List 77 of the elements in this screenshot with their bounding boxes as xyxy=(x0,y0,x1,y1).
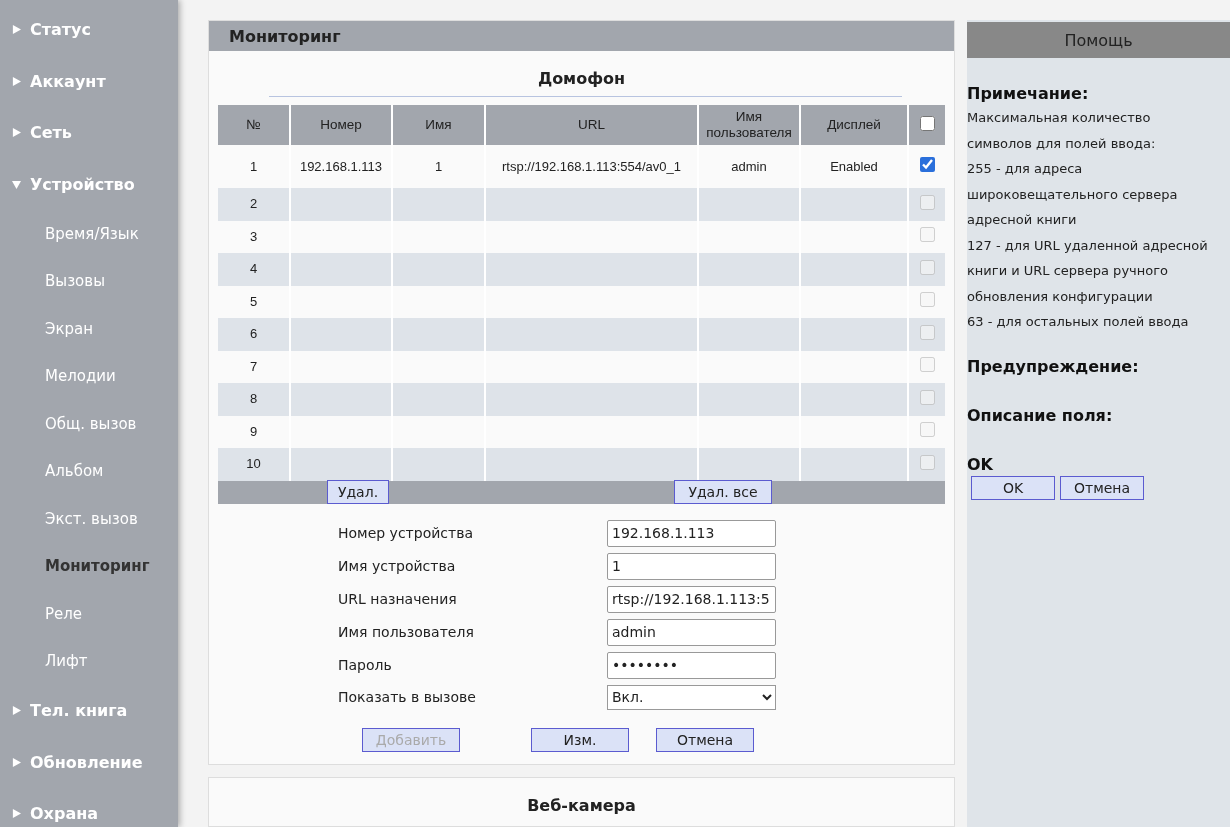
table-cell: rtsp://192.168.1.113:554/av0_1 xyxy=(485,145,698,188)
table-cell: 4 xyxy=(218,253,290,286)
field-label: Показать в вызове xyxy=(338,689,477,705)
delete-button[interactable]: Удал. xyxy=(327,480,389,504)
collapsed-triangle-icon xyxy=(12,809,21,819)
table-cell: 8 xyxy=(218,383,290,416)
password-field[interactable]: •••••••• xyxy=(607,651,776,679)
column-header: Имя xyxy=(392,105,485,145)
table-cell: 1 xyxy=(218,145,290,188)
table-cell: 10 xyxy=(218,448,290,481)
field-label: Пароль xyxy=(338,657,393,673)
table-cell: admin xyxy=(698,145,800,188)
help-title: Помощь xyxy=(967,22,1230,58)
table-cell: 1 xyxy=(392,145,485,188)
table-cell: Enabled xyxy=(800,145,908,188)
help-text: Максимальная количество символов для полей ввода: xyxy=(967,109,1157,153)
table-cell: 5 xyxy=(218,285,290,318)
table-cell: 2 xyxy=(218,188,290,221)
sidebar-item[interactable]: Аккаунт xyxy=(0,55,178,107)
sidebar-subitem[interactable]: Время/Язык xyxy=(0,210,178,258)
table-cell: 7 xyxy=(218,350,290,383)
help-button[interactable]: Отмена xyxy=(1060,475,1144,500)
sidebar-item[interactable]: Охрана xyxy=(0,788,178,827)
section-title: Веб-камера xyxy=(526,794,637,817)
sidebar-subitem[interactable]: Вызовы xyxy=(0,257,178,305)
sidebar-item[interactable]: Обновление xyxy=(0,736,178,788)
field-label: Имя пользователя xyxy=(338,624,475,640)
help-text: 255 - для адреса широковещательного сервера адресной книги xyxy=(967,160,1179,229)
field-label: URL назначения xyxy=(338,591,458,607)
help-text: 63 - для остальных полей ввода xyxy=(967,313,1190,331)
select-field[interactable]: Вкл. xyxy=(607,684,776,710)
sidebar-item[interactable]: Тел. книга xyxy=(0,685,178,737)
help-heading: Предупреждение: xyxy=(967,356,1140,376)
sidebar-subitem[interactable]: Лифт xyxy=(0,637,178,685)
input-field[interactable]: admin xyxy=(607,618,776,646)
section-title: Домофон xyxy=(536,68,627,90)
sidebar-item[interactable]: Устройство xyxy=(0,158,178,210)
sidebar-subitem[interactable]: Экран xyxy=(0,305,178,353)
help-heading: Примечание: xyxy=(967,84,1090,103)
sidebar-subitem[interactable]: Реле xyxy=(0,590,178,638)
collapsed-triangle-icon xyxy=(12,706,21,716)
column-header: Имя пользователя xyxy=(698,105,800,145)
help-heading: OK xyxy=(967,454,994,474)
collapsed-triangle-icon xyxy=(12,76,21,86)
field-label: Имя устройства xyxy=(338,558,457,574)
delete-all-button[interactable]: Удал. все xyxy=(674,480,772,504)
select-all-checkbox[interactable] xyxy=(919,115,935,131)
help-button[interactable]: OK xyxy=(971,475,1055,500)
collapsed-triangle-icon xyxy=(12,757,21,767)
sidebar-subitem[interactable]: Альбом xyxy=(0,447,178,495)
expanded-triangle-icon xyxy=(12,179,21,189)
table-cell: 6 xyxy=(218,318,290,351)
input-field[interactable]: 192.168.1.113 xyxy=(607,519,776,547)
table-cell: 192.168.1.113 xyxy=(290,145,392,188)
field-label: Номер устройства xyxy=(338,525,474,541)
input-field[interactable]: 1 xyxy=(607,552,776,580)
panel-title: Мониторинг xyxy=(209,21,954,51)
input-field[interactable]: rtsp://192.168.1.113:5 xyxy=(607,585,776,613)
table-cell: 3 xyxy=(218,220,290,253)
table-cell: 9 xyxy=(218,415,290,448)
row-checkbox[interactable] xyxy=(919,157,935,173)
sidebar-subitem[interactable]: Мониторинг xyxy=(0,542,178,590)
help-text: 127 - для URL удаленной адресной книги и URL сервера ручного обновления конфигурации xyxy=(967,236,1209,306)
sidebar-subitem[interactable]: Экст. вызов xyxy=(0,495,178,543)
column-header: Дисплей xyxy=(800,105,908,145)
sidebar-item[interactable]: Сеть xyxy=(0,107,178,159)
sidebar-item[interactable]: Статус xyxy=(0,4,178,56)
column-header: Номер xyxy=(290,105,392,145)
sidebar-subitem[interactable]: Мелодии xyxy=(0,352,178,400)
collapsed-triangle-icon xyxy=(12,128,21,138)
help-heading: Описание поля: xyxy=(967,405,1114,425)
column-header: № xyxy=(218,105,290,145)
form-button[interactable]: Изм. xyxy=(531,727,629,752)
column-header: URL xyxy=(485,105,698,145)
collapsed-triangle-icon xyxy=(12,25,21,35)
sidebar-subitem[interactable]: Общ. вызов xyxy=(0,400,178,448)
form-button[interactable]: Отмена xyxy=(656,727,754,752)
